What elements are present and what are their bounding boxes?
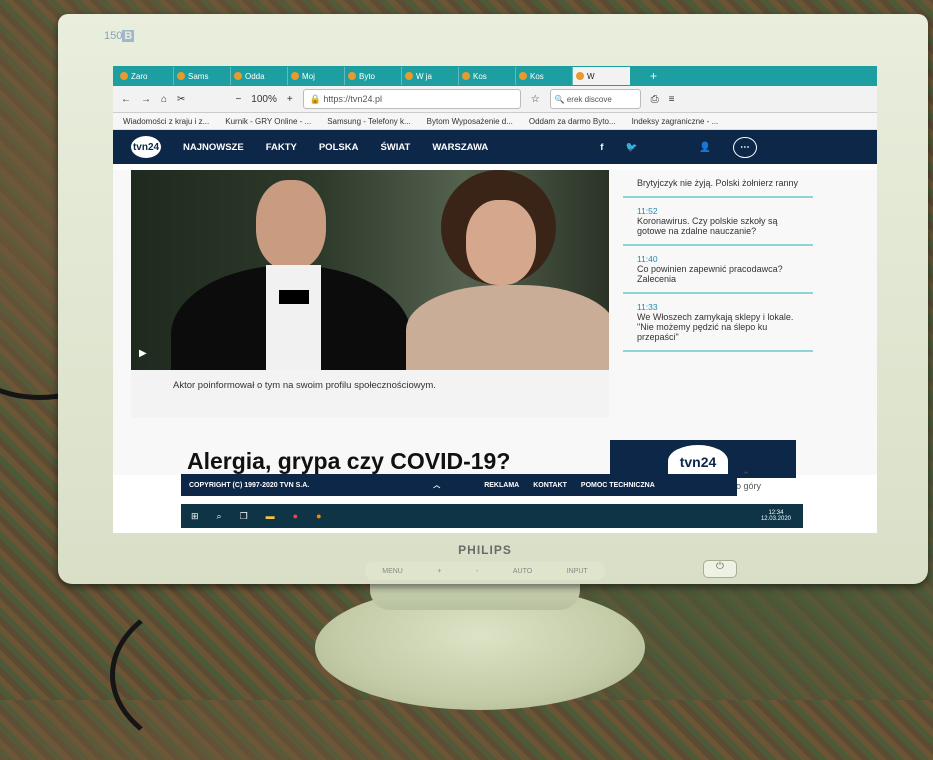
chevron-up-icon[interactable]: ︿ [433, 480, 440, 490]
site-content: ▶ Aktor poinformował o tym na swoim prof… [113, 170, 877, 491]
ad-banner[interactable]: tvn24 [610, 440, 796, 478]
browser-tab-active[interactable]: W [573, 67, 630, 85]
favicon-icon [519, 72, 527, 80]
nav-item[interactable]: WARSZAWA [432, 142, 488, 153]
favicon-icon [462, 72, 470, 80]
browser-tab[interactable]: Odda [231, 67, 288, 85]
browser-tab[interactable]: Sams [174, 67, 231, 85]
browser-tab[interactable]: Kos [459, 67, 516, 85]
monitor-button[interactable]: MENU [382, 568, 403, 575]
nav-item[interactable]: FAKTY [266, 142, 297, 153]
zoom-out-icon[interactable]: − [235, 94, 241, 105]
monitor-button[interactable]: AUTO [513, 568, 532, 575]
ad-logo: tvn24 [668, 445, 728, 477]
bookmarks-bar: Wiadomości z kraju i z... Kurnik - GRY O… [113, 113, 877, 130]
monitor-button[interactable]: + [437, 568, 441, 575]
zoom-in-icon[interactable]: + [287, 94, 293, 105]
news-item[interactable]: Brytyjczyk nie żyją. Polski żołnierz ran… [623, 170, 813, 198]
browser-tab[interactable]: Zaro [117, 67, 174, 85]
favicon-icon [177, 72, 185, 80]
favicon-icon [120, 72, 128, 80]
news-item[interactable]: 11:40 Co powinien zapewnić pracodawca? Z… [623, 246, 813, 294]
person-man [171, 180, 411, 370]
nav-item[interactable]: ŚWIAT [380, 142, 410, 153]
bookmark-item[interactable]: Oddam za darmo Byto... [529, 117, 616, 126]
twitter-icon[interactable]: 🐦 [625, 142, 637, 153]
footer-link[interactable]: KONTAKT [533, 482, 567, 489]
monitor-buttons[interactable]: MENU + - AUTO INPUT [365, 562, 605, 580]
windows-taskbar: ⊞ ⌕ ❐ ▬ ● ● 12:34 12.03.2020 [181, 504, 803, 528]
news-item[interactable]: 11:33 We Włoszech zamykają sklepy i loka… [623, 294, 813, 352]
search-input[interactable]: 🔍 erek discove [549, 89, 641, 109]
search-icon[interactable]: ⌕ [217, 511, 222, 522]
browser-tab[interactable]: Byto [345, 67, 402, 85]
monitor-button[interactable]: - [476, 568, 478, 575]
nav-item[interactable]: POLSKA [319, 142, 359, 153]
browser-tab[interactable]: Moj [288, 67, 345, 85]
bookmark-item[interactable]: Kurnik - GRY Online - ... [225, 117, 311, 126]
user-icon[interactable]: 👤 [699, 142, 711, 153]
windows-start-icon[interactable]: ⊞ [191, 511, 199, 522]
facebook-icon[interactable]: f [600, 142, 603, 153]
news-sidebar: Brytyjczyk nie żyją. Polski żołnierz ran… [623, 170, 813, 410]
bookmark-item[interactable]: Samsung - Telefony k... [327, 117, 410, 126]
file-explorer-icon[interactable]: ▬ [266, 511, 275, 521]
lock-icon: 🔒 [309, 93, 324, 104]
site-logo[interactable]: tvn24 [131, 136, 161, 158]
nav-item[interactable]: NAJNOWSZE [183, 142, 244, 153]
favicon-icon [405, 72, 413, 80]
monitor-model: 150 B [104, 30, 135, 42]
bookmark-item[interactable]: Indeksy zagraniczne - ... [632, 117, 719, 126]
back-icon[interactable]: ← [121, 94, 131, 105]
monitor-button[interactable]: INPUT [567, 568, 588, 575]
site-nav: tvn24 NAJNOWSZE FAKTY POLSKA ŚWIAT WARSZ… [113, 130, 877, 164]
search-icon: 🔍 [554, 94, 567, 104]
zoom-level: 100% [251, 93, 277, 105]
footer-link[interactable]: POMOC TECHNICZNA [581, 482, 655, 489]
favicon-icon [291, 72, 299, 80]
favicon-icon [234, 72, 242, 80]
bookmark-item[interactable]: Wiadomości z kraju i z... [123, 117, 209, 126]
bookmark-star-icon[interactable]: ☆ [531, 94, 540, 105]
cable [110, 590, 350, 760]
forward-icon[interactable]: → [141, 94, 151, 105]
article-headline[interactable]: Alergia, grypa czy COVID-19? [187, 448, 510, 475]
news-item[interactable]: 11:52 Koronawirus. Czy polskie szkoły są… [623, 198, 813, 246]
task-view-icon[interactable]: ❐ [240, 511, 248, 522]
monitor-screen: Zaro Sams Odda Moj Byto W ja Kos Kos W +… [113, 66, 877, 533]
favicon-icon [576, 72, 584, 80]
url-bar[interactable]: 🔒 https://tvn24.pl [302, 89, 521, 109]
site-footer: COPYRIGHT (C) 1997-2020 TVN S.A. ︿ REKLA… [181, 474, 737, 496]
play-icon[interactable]: ▶ [139, 348, 147, 359]
browser-tab[interactable]: Kos [516, 67, 573, 85]
home-icon[interactable]: ⌂ [161, 94, 167, 105]
browser-tab[interactable]: W ja [402, 67, 459, 85]
power-button[interactable]: ⏻ [703, 560, 737, 578]
browser-navbar: ← → ⌂ ✂ − 100% + 🔒 https://tvn24.pl ☆ 🔍 … [113, 86, 877, 113]
footer-link[interactable]: REKLAMA [484, 482, 519, 489]
print-icon[interactable]: ⎙ [651, 94, 659, 105]
article-photo[interactable]: ▶ [131, 170, 609, 370]
system-clock[interactable]: 12:34 12.03.2020 [761, 510, 791, 522]
monitor-brand: PHILIPS [458, 543, 512, 557]
cut-icon[interactable]: ✂ [177, 94, 185, 105]
person-woman [401, 170, 609, 370]
favicon-icon [348, 72, 356, 80]
chrome-icon[interactable]: ● [293, 511, 298, 521]
footer-copyright: COPYRIGHT (C) 1997-2020 TVN S.A. [189, 481, 310, 489]
firefox-icon[interactable]: ● [316, 511, 321, 521]
bookmark-item[interactable]: Bytom Wyposażenie d... [427, 117, 513, 126]
more-icon[interactable]: ⋯ [733, 136, 757, 158]
menu-icon[interactable]: ≡ [669, 94, 675, 105]
photo-caption: Aktor poinformował o tym na swoim profil… [131, 370, 609, 418]
browser-tab-bar: Zaro Sams Odda Moj Byto W ja Kos Kos W + [113, 66, 877, 86]
new-tab-icon[interactable]: + [650, 69, 657, 83]
